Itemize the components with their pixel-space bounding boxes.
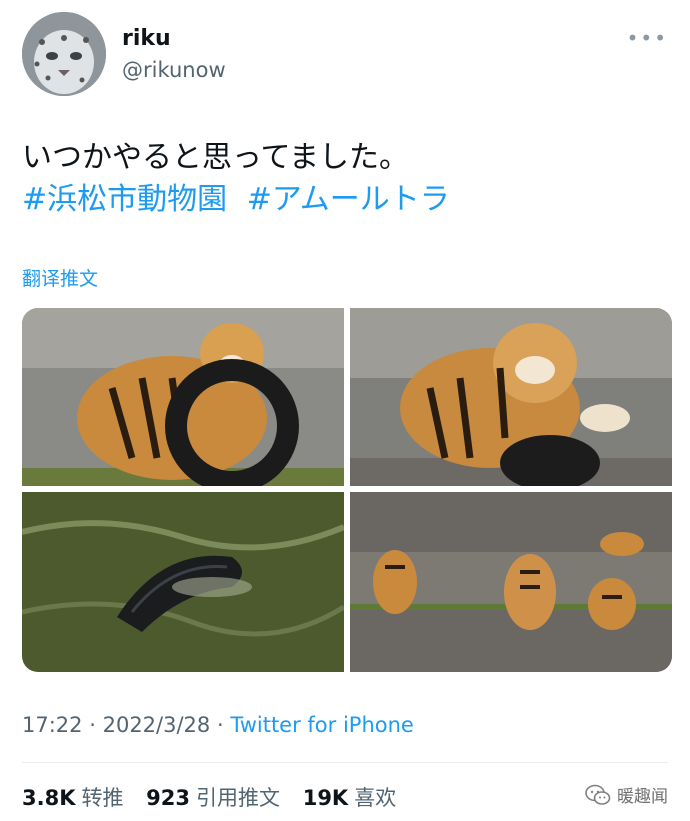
media-grid (22, 308, 672, 672)
hashtag-link[interactable]: #アムールトラ (247, 182, 450, 217)
tweet-source[interactable]: Twitter for iPhone (230, 713, 414, 737)
tweet-metadata: 17:22 · 2022/3/28 · Twitter for iPhone (22, 713, 414, 737)
wechat-logo-icon (585, 784, 611, 805)
tweet-time[interactable]: 17:22 (22, 713, 83, 737)
media-photo-tiger-with-tire[interactable] (22, 308, 344, 486)
watermark-text: 暖趣闻 (617, 787, 668, 807)
avatar[interactable] (22, 12, 106, 96)
media-photo-tiger-pouncing[interactable] (350, 308, 672, 486)
separator: · (89, 713, 96, 737)
tweet-text: いつかやると思ってました。 (22, 140, 409, 175)
tweet-date[interactable]: 2022/3/28 (103, 713, 211, 737)
translate-tweet-link[interactable]: 翻译推文 (22, 264, 98, 291)
quotes-stat[interactable]: 923 引用推文 (146, 786, 280, 810)
media-photo-tire-in-water[interactable] (22, 492, 344, 672)
snow-leopard-avatar-image (22, 12, 106, 96)
divider (22, 762, 668, 763)
separator: · (216, 713, 224, 737)
media-photo-three-tigers[interactable] (350, 492, 672, 672)
user-handle[interactable]: @rikunow (122, 58, 226, 82)
hashtag-link[interactable]: #浜松市動物園 (22, 182, 227, 217)
display-name[interactable]: riku (122, 26, 171, 51)
tweet-stats: 3.8K 转推 923 引用推文 19K 喜欢 (22, 782, 412, 812)
watermark: 暖趣闻 (585, 782, 668, 807)
likes-stat[interactable]: 19K 喜欢 (303, 786, 397, 810)
retweets-stat[interactable]: 3.8K 转推 (22, 786, 123, 810)
more-icon[interactable]: ••• (627, 26, 668, 50)
hashtags: #浜松市動物園 #アムールトラ (22, 178, 460, 222)
